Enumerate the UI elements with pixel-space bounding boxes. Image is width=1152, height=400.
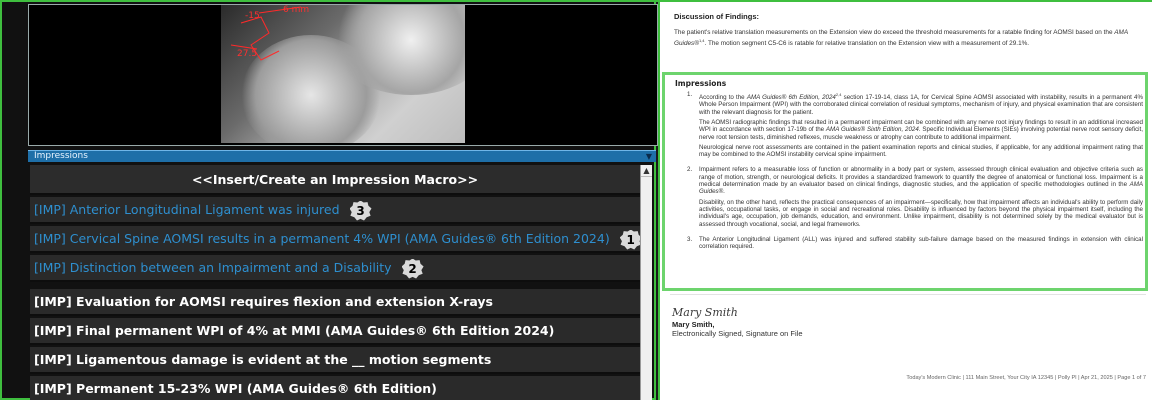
list-item[interactable]: [IMP] Anterior Longitudinal Ligament was… [30, 197, 640, 224]
xray-image: -15. 6 mm 27.5 [221, 5, 465, 143]
list-item-label: [IMP] Anterior Longitudinal Ligament was… [34, 202, 340, 217]
measurement-label: 27.5 [237, 49, 258, 59]
list-item-label: [IMP] Distinction between an Impairment … [34, 260, 392, 275]
step-badge: 2 [401, 258, 424, 279]
app-window: -15. 6 mm 27.5 Impressions ▼ <<Insert/Cr… [0, 0, 1152, 400]
list-scrollbar[interactable]: ▲ [640, 165, 652, 400]
list-item-label: [IMP] Cervical Spine AOMSI results in a … [34, 231, 610, 246]
signature-script: Mary Smith [672, 306, 738, 319]
divider [670, 294, 1146, 295]
list-item[interactable]: [IMP] Distinction between an Impairment … [30, 255, 640, 282]
signature-line: Electronically Signed, Signature on File [672, 329, 803, 338]
impressions-section[interactable]: Impressions 1. According to the AMA Guid… [662, 72, 1148, 291]
list-item-label: [IMP] Ligamentous damage is evident at t… [34, 352, 492, 367]
list-item[interactable]: [IMP] Evaluation for AOMSI requires flex… [30, 289, 640, 316]
insert-macro-button[interactable]: <<Insert/Create an Impression Macro>> [30, 165, 640, 195]
measurement-label: 6 mm [283, 5, 310, 15]
impression-macro-list: <<Insert/Create an Impression Macro>> [I… [30, 165, 640, 400]
collapse-icon[interactable]: ▼ [646, 152, 652, 162]
list-item[interactable]: [IMP] Cervical Spine AOMSI results in a … [30, 226, 640, 253]
impression-item: 3. The Anterior Longitudinal Ligament (A… [687, 235, 1143, 251]
list-item-label: [IMP] Final permanent WPI of 4% at MMI (… [34, 323, 555, 338]
step-badge: 3 [349, 200, 372, 221]
impression-item: 1. According to the AMA Guides® 6th Edit… [687, 91, 1143, 159]
report-document: Discussion of Findings: The patient's re… [674, 12, 1146, 47]
measurement-label: -15. [245, 11, 263, 21]
impressions-section-title: Impressions [675, 79, 727, 88]
editor-pane: -15. 6 mm 27.5 Impressions ▼ <<Insert/Cr… [0, 0, 658, 400]
signature-name: Mary Smith, [672, 320, 715, 329]
xray-viewer[interactable]: -15. 6 mm 27.5 [28, 4, 658, 146]
impressions-panel-title: Impressions [34, 151, 88, 161]
list-item-label: [IMP] Permanent 15-23% WPI (AMA Guides® … [34, 381, 437, 396]
discussion-title: Discussion of Findings: [674, 12, 760, 21]
report-footer: Today's Modern Clinic | 111 Main Street,… [906, 375, 1146, 381]
list-item[interactable]: [IMP] Ligamentous damage is evident at t… [30, 347, 640, 374]
list-item[interactable]: [IMP] Final permanent WPI of 4% at MMI (… [30, 318, 640, 345]
scroll-up-icon[interactable]: ▲ [641, 165, 652, 177]
list-item-label: [IMP] Evaluation for AOMSI requires flex… [34, 294, 493, 309]
discussion-text: The patient's relative translation measu… [674, 29, 1128, 47]
impressions-panel-header[interactable]: Impressions ▼ [28, 150, 656, 162]
list-item[interactable]: [IMP] Permanent 15-23% WPI (AMA Guides® … [30, 376, 640, 400]
impressions-list: 1. According to the AMA Guides® 6th Edit… [687, 91, 1143, 258]
measurement-overlay [230, 6, 302, 61]
impression-item: 2. Impairment refers to a measurable los… [687, 166, 1143, 228]
step-badge: 1 [619, 229, 640, 250]
